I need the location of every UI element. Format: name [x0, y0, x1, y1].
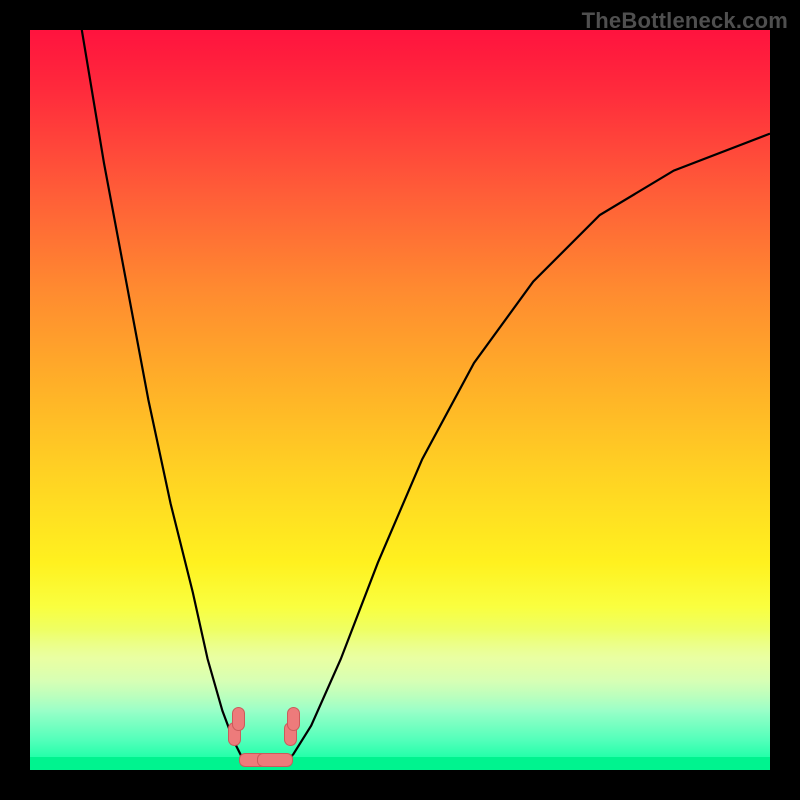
marker-vpill — [228, 722, 241, 746]
chart-frame: TheBottleneck.com — [0, 0, 800, 800]
curve-right-branch — [293, 134, 770, 756]
marker-layer — [30, 30, 770, 770]
baseline-bar — [30, 757, 770, 770]
marker-vpill — [232, 707, 245, 731]
curve-layer — [30, 30, 770, 770]
light-band — [30, 630, 770, 770]
plot-area — [30, 30, 770, 770]
marker-vpill — [284, 722, 297, 746]
attribution-text: TheBottleneck.com — [582, 8, 788, 34]
curve-left-branch — [82, 30, 241, 755]
marker-vpill — [287, 707, 300, 731]
